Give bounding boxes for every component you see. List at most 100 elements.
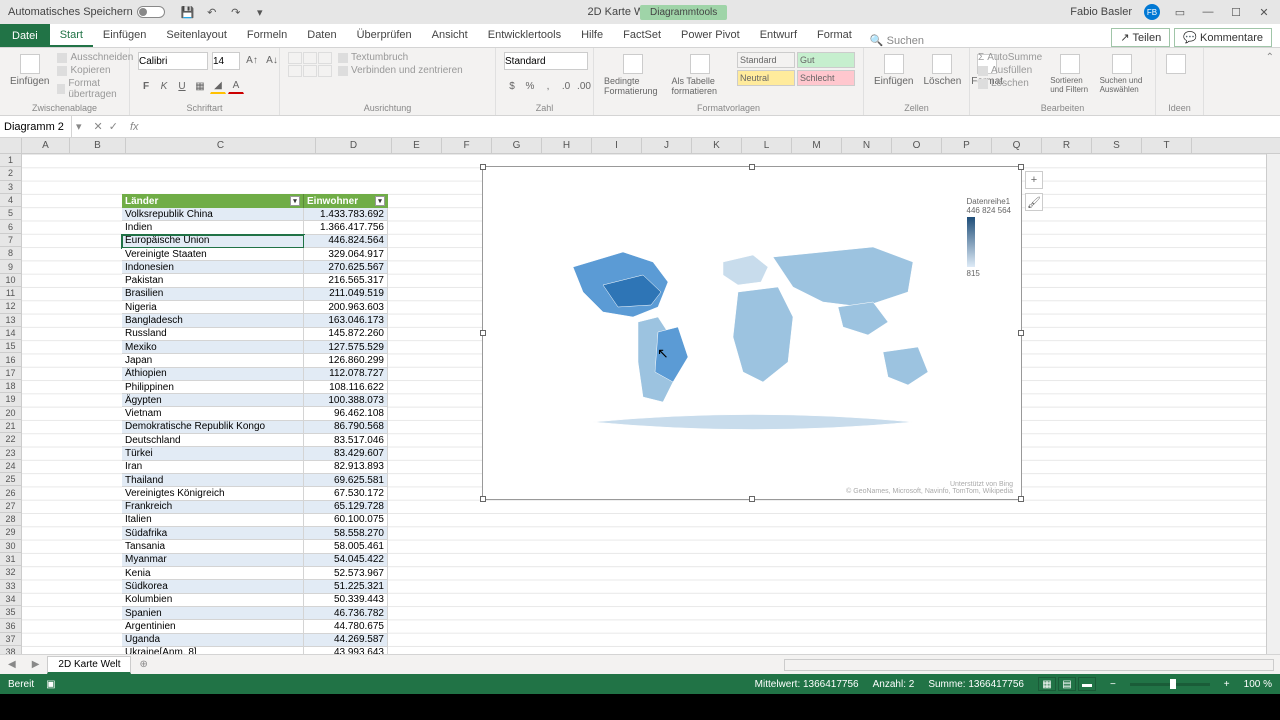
table-row[interactable]: Indonesien270.625.567: [122, 261, 388, 274]
table-row[interactable]: Philippinen108.116.622: [122, 381, 388, 394]
row-header[interactable]: 8: [0, 247, 22, 260]
column-header[interactable]: F: [442, 138, 492, 153]
cell-country[interactable]: Türkei: [122, 447, 304, 460]
table-row[interactable]: Ägypten100.388.073: [122, 394, 388, 407]
cell-country[interactable]: Iran: [122, 461, 304, 474]
cut-button[interactable]: Ausschneiden: [57, 52, 133, 63]
row-header[interactable]: 27: [0, 500, 22, 513]
cell-style-standard[interactable]: Standard: [737, 52, 795, 68]
wrap-text-button[interactable]: Textumbruch: [338, 52, 463, 63]
filter-icon[interactable]: ▾: [375, 196, 385, 206]
table-row[interactable]: Argentinien44.780.675: [122, 620, 388, 633]
ribbon-tab[interactable]: FactSet: [613, 25, 671, 47]
row-header[interactable]: 7: [0, 234, 22, 247]
ribbon-tab[interactable]: Einfügen: [93, 25, 156, 47]
row-header[interactable]: 28: [0, 513, 22, 526]
table-row[interactable]: Äthiopien112.078.727: [122, 368, 388, 381]
share-button[interactable]: ↗ Teilen: [1111, 28, 1170, 47]
cell-country[interactable]: Indonesien: [122, 261, 304, 274]
cell-country[interactable]: Ukraine[Anm. 8]: [122, 647, 304, 654]
cell-country[interactable]: Japan: [122, 354, 304, 367]
zoom-in-icon[interactable]: +: [1224, 679, 1230, 690]
row-header[interactable]: 23: [0, 447, 22, 460]
table-row[interactable]: Thailand69.625.581: [122, 474, 388, 487]
autosum-button[interactable]: ΣAutoSumme: [978, 52, 1042, 63]
table-row[interactable]: Pakistan216.565.317: [122, 274, 388, 287]
table-row[interactable]: Iran82.913.893: [122, 461, 388, 474]
cell-value[interactable]: 50.339.443: [304, 594, 388, 607]
table-row[interactable]: Spanien46.736.782: [122, 607, 388, 620]
cell-country[interactable]: Spanien: [122, 607, 304, 620]
ribbon-tab[interactable]: Formeln: [237, 25, 297, 47]
format-painter-button[interactable]: Format übertragen: [57, 78, 133, 100]
row-header[interactable]: 31: [0, 553, 22, 566]
save-icon[interactable]: 💾: [181, 5, 195, 19]
cancel-formula-icon[interactable]: ✕: [94, 120, 103, 133]
column-header[interactable]: B: [70, 138, 126, 153]
ribbon-tab[interactable]: Power Pivot: [671, 25, 750, 47]
toggle-switch[interactable]: [137, 6, 165, 18]
column-header[interactable]: G: [492, 138, 542, 153]
clear-button[interactable]: Löschen: [978, 78, 1042, 89]
find-select-button[interactable]: Suchen und Auswählen: [1098, 52, 1147, 96]
ribbon-tab[interactable]: Daten: [297, 25, 346, 47]
chart-brush-icon[interactable]: 🖌: [1025, 193, 1043, 211]
cell-country[interactable]: Nigeria: [122, 301, 304, 314]
resize-handle[interactable]: [1018, 496, 1024, 502]
column-header[interactable]: D: [316, 138, 392, 153]
search-icon[interactable]: 🔍 Suchen: [862, 34, 932, 47]
row-header[interactable]: 38: [0, 646, 22, 654]
table-row[interactable]: Ukraine[Anm. 8]43.993.643: [122, 647, 388, 654]
cell-value[interactable]: 43.993.643: [304, 647, 388, 654]
cell-value[interactable]: 58.558.270: [304, 527, 388, 540]
cell-value[interactable]: 112.078.727: [304, 368, 388, 381]
fill-button[interactable]: Ausfüllen: [978, 65, 1042, 76]
cell-country[interactable]: Philippinen: [122, 381, 304, 394]
column-header[interactable]: S: [1092, 138, 1142, 153]
table-row[interactable]: Nigeria200.963.603: [122, 301, 388, 314]
column-header[interactable]: C: [126, 138, 316, 153]
column-header[interactable]: T: [1142, 138, 1192, 153]
alignment-buttons[interactable]: [288, 52, 332, 77]
ribbon-tab[interactable]: Entwurf: [750, 25, 807, 47]
row-header[interactable]: 2: [0, 167, 22, 180]
accept-formula-icon[interactable]: ✓: [109, 120, 118, 133]
ribbon-tab[interactable]: Start: [50, 25, 93, 47]
resize-handle[interactable]: [480, 164, 486, 170]
row-header[interactable]: 5: [0, 207, 22, 220]
row-header[interactable]: 10: [0, 274, 22, 287]
row-header[interactable]: 20: [0, 407, 22, 420]
view-layout-icon[interactable]: ▤: [1058, 677, 1076, 691]
cell-country[interactable]: Frankreich: [122, 501, 304, 514]
currency-icon[interactable]: $: [504, 78, 520, 94]
macro-record-icon[interactable]: ▣: [46, 679, 55, 690]
add-sheet-icon[interactable]: ⊕: [131, 659, 155, 670]
cell-value[interactable]: 69.625.581: [304, 474, 388, 487]
table-row[interactable]: Vietnam96.462.108: [122, 407, 388, 420]
cell-country[interactable]: Südkorea: [122, 580, 304, 593]
cell-country[interactable]: Europäische Union: [122, 235, 304, 248]
row-header[interactable]: 9: [0, 260, 22, 273]
cell-country[interactable]: Vereinigte Staaten: [122, 248, 304, 261]
row-header[interactable]: 18: [0, 380, 22, 393]
column-header[interactable]: L: [742, 138, 792, 153]
name-box[interactable]: Diagramm 2: [0, 116, 72, 137]
column-header[interactable]: A: [22, 138, 70, 153]
row-header[interactable]: 37: [0, 633, 22, 646]
merge-button[interactable]: Verbinden und zentrieren: [338, 65, 463, 76]
italic-button[interactable]: K: [156, 78, 172, 94]
row-header[interactable]: 12: [0, 300, 22, 313]
view-pagebreak-icon[interactable]: ▬: [1078, 677, 1096, 691]
cell-value[interactable]: 52.573.967: [304, 567, 388, 580]
cell-value[interactable]: 216.565.317: [304, 274, 388, 287]
filter-icon[interactable]: ▾: [290, 196, 300, 206]
number-format-select[interactable]: [504, 52, 588, 70]
row-header[interactable]: 11: [0, 287, 22, 300]
maximize-icon[interactable]: ☐: [1228, 4, 1244, 20]
map-chart[interactable]: + 🖌 ↖ Datenrei: [482, 166, 1022, 500]
table-row[interactable]: Kenia52.573.967: [122, 567, 388, 580]
font-color-button[interactable]: A: [228, 78, 244, 94]
table-row[interactable]: Tansania58.005.461: [122, 540, 388, 553]
resize-handle[interactable]: [749, 496, 755, 502]
cell-value[interactable]: 211.049.519: [304, 288, 388, 301]
